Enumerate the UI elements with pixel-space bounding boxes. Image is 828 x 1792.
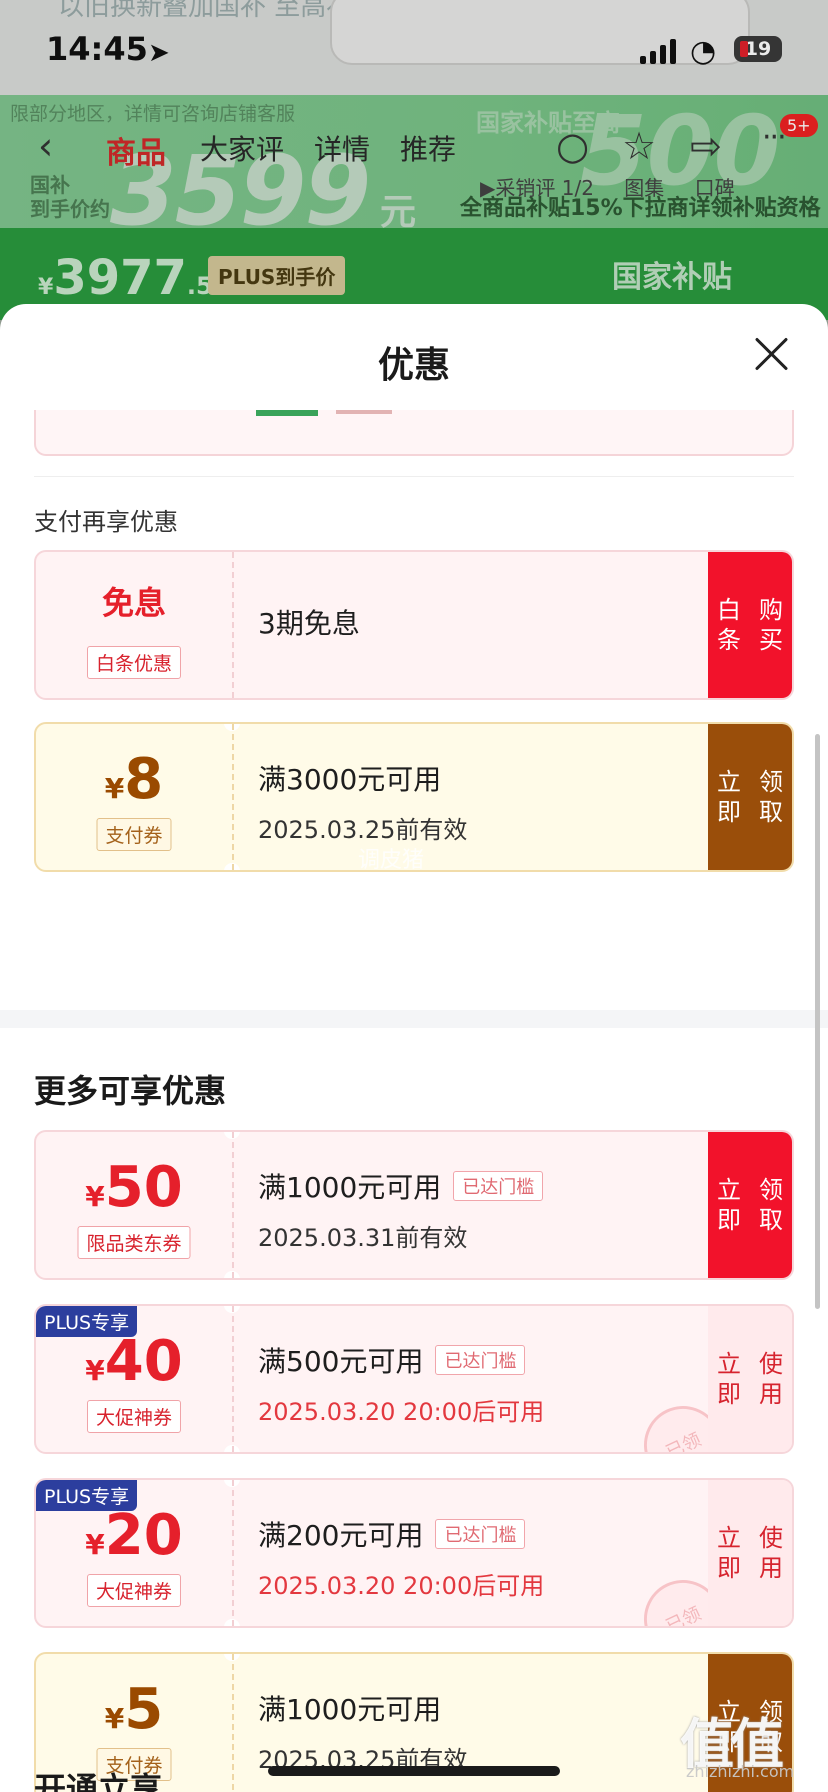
coupon-card-40: PLUS专享 ¥40 大促神券 满500元可用 已达门槛 2025.03.20 2… [34, 1304, 794, 1454]
divider [34, 476, 794, 477]
next-section-title: 开通立享 [34, 1770, 163, 1792]
coupon-info: 满200元可用 已达门槛 2025.03.20 20:00后可用 [258, 1514, 544, 1601]
modal-overlay[interactable] [0, 0, 828, 320]
coupon-validity: 2025.03.25前有效 [258, 816, 468, 844]
coupon-tag: 大促神券 [86, 1574, 182, 1607]
coupon-condition: 满200元可用 已达门槛 [258, 1514, 544, 1554]
coupon-card-20: PLUS专享 ¥20 大促神券 满200元可用 已达门槛 2025.03.20 2… [34, 1478, 794, 1628]
pay-section-label: 支付再享优惠 [34, 508, 178, 536]
coupon-tag: 大促神券 [86, 1400, 182, 1433]
discount-list[interactable]: 支付再享优惠 免息 白条优惠 3期免息 白条 购买 ¥8 支付券 满3000元可用 [0, 410, 828, 1792]
coupon-left: ¥40 大促神券 [36, 1306, 232, 1452]
section-gap [0, 1010, 828, 1028]
close-icon[interactable] [752, 334, 792, 374]
use-button[interactable]: 立即 使用 [708, 1480, 792, 1626]
coupon-left: ¥8 支付券 [36, 724, 232, 870]
coupon-condition: 满3000元可用 [258, 763, 442, 796]
coupon-condition: 满500元可用 已达门槛 [258, 1340, 544, 1380]
site-watermark-url: zhizhizhi.com [686, 1762, 795, 1781]
scrollbar[interactable] [815, 734, 820, 1309]
coupon-info: 满500元可用 已达门槛 2025.03.20 20:00后可用 [258, 1340, 544, 1427]
coupon-validity: 2025.03.20 20:00后可用 [258, 1398, 545, 1426]
coupon-tag: 白条优惠 [86, 646, 182, 679]
home-indicator[interactable] [268, 1766, 560, 1776]
coupon-left: ¥50 限品类东券 [36, 1132, 232, 1278]
discount-sheet: 优惠 支付再享优惠 免息 白条优惠 3期免息 白条 购买 ¥8 支付券 满300… [0, 304, 828, 1792]
threshold-met-badge: 已达门槛 [435, 1519, 526, 1549]
previous-card-edge [34, 410, 794, 456]
coupon-headline: 免息 [101, 584, 166, 622]
coupon-amount: ¥20 [85, 1503, 183, 1568]
coupon-amount: ¥50 [85, 1155, 183, 1220]
threshold-met-badge: 已达门槛 [453, 1171, 544, 1201]
baitiao-buy-button[interactable]: 白条 购买 [708, 552, 792, 698]
coupon-condition: 3期免息 [258, 607, 360, 640]
use-button[interactable]: 立即 使用 [708, 1306, 792, 1452]
watermark-text: 调皮猪 [358, 848, 425, 872]
threshold-met-badge: 已达门槛 [435, 1345, 526, 1375]
coupon-info: 满1000元可用 2025.03.25前有效 [258, 1688, 467, 1775]
coupon-amount: ¥40 [85, 1329, 183, 1394]
coupon-tag: 支付券 [96, 818, 172, 851]
coupon-amount: ¥5 [104, 1677, 164, 1742]
coupon-left: ¥20 大促神券 [36, 1480, 232, 1626]
more-section-title: 更多可享优惠 [34, 1072, 227, 1110]
coupon-amount: ¥8 [104, 747, 164, 812]
coupon-info: 3期免息 [258, 602, 360, 642]
coupon-left: 免息 白条优惠 [36, 552, 232, 698]
coupon-condition: 满1000元可用 已达门槛 [258, 1166, 544, 1206]
coupon-validity: 2025.03.31前有效 [258, 1224, 468, 1252]
coupon-info: 满1000元可用 已达门槛 2025.03.31前有效 [258, 1166, 544, 1253]
coupon-card-interest-free: 免息 白条优惠 3期免息 白条 购买 [34, 550, 794, 700]
coupon-info: 满3000元可用 2025.03.25前有效 [258, 758, 467, 845]
coupon-validity: 2025.03.20 20:00后可用 [258, 1572, 545, 1600]
claim-button[interactable]: 立即 领取 [708, 1132, 792, 1278]
sheet-title: 优惠 [377, 345, 450, 386]
coupon-card-pay-8: ¥8 支付券 满3000元可用 2025.03.25前有效 调皮猪 立即 领取 [34, 722, 794, 872]
coupon-card-50: ¥50 限品类东券 满1000元可用 已达门槛 2025.03.31前有效 立即领… [34, 1130, 794, 1280]
coupon-condition: 满1000元可用 [258, 1693, 442, 1726]
coupon-tag: 限品类东券 [77, 1226, 191, 1259]
claim-button[interactable]: 立即 领取 [708, 724, 792, 870]
